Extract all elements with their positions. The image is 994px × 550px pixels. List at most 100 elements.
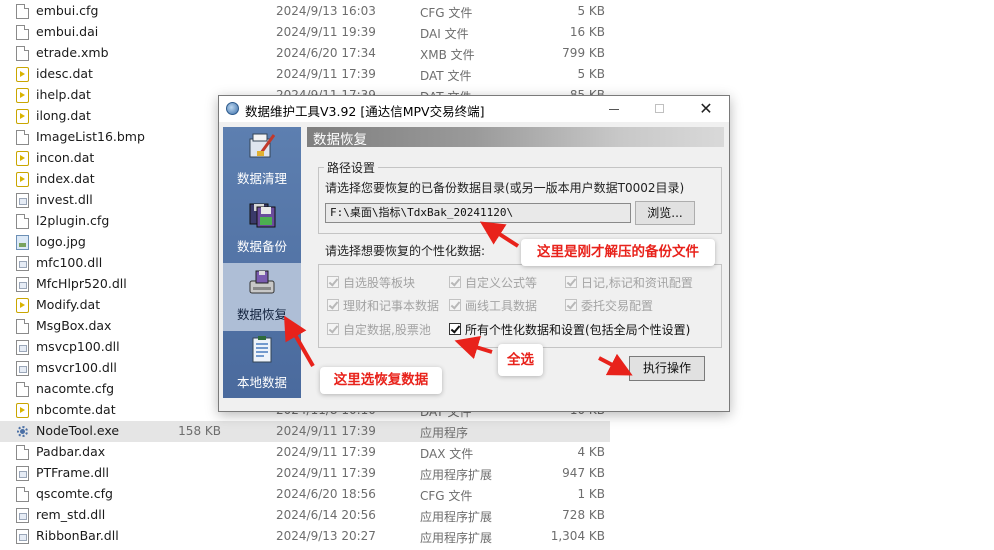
file-type: 应用程序扩展 bbox=[420, 531, 493, 545]
file-row[interactable]: embui.dai 2024/9/11 19:39 DAI 文件 16 KB bbox=[0, 22, 994, 43]
file-size: 1,304 KB bbox=[550, 529, 605, 543]
file-name: MfcHlpr520.dll bbox=[36, 276, 127, 291]
file-row[interactable]: idesc.dat 2024/9/11 17:39 DAT 文件 5 KB bbox=[0, 64, 994, 85]
callout-select-all: 全选 bbox=[498, 344, 543, 376]
minimize-button[interactable] bbox=[591, 96, 637, 122]
document-icon bbox=[16, 487, 29, 502]
file-name: Padbar.dax bbox=[36, 444, 106, 459]
callout-backup-file: 这里是刚才解压的备份文件 bbox=[521, 239, 715, 266]
dll-file-icon bbox=[16, 508, 29, 523]
file-type: DAX 文件 bbox=[420, 447, 474, 461]
local-data-icon bbox=[252, 336, 272, 363]
file-type: 应用程序 bbox=[420, 426, 469, 440]
file-type: 应用程序扩展 bbox=[420, 510, 493, 524]
sidebar-item-cleanup[interactable]: 数据清理 bbox=[223, 127, 301, 195]
checkbox-label: 委托交易配置 bbox=[581, 299, 654, 313]
checkbox-box bbox=[449, 323, 461, 335]
file-row[interactable]: embui.cfg 2024/9/13 16:03 CFG 文件 5 KB bbox=[0, 1, 994, 22]
file-size: 5 KB bbox=[577, 67, 605, 81]
checkbox-label: 画线工具数据 bbox=[465, 299, 538, 313]
dat-file-icon bbox=[16, 172, 29, 187]
file-row[interactable]: NodeTool.exe 2024/9/11 17:39 应用程序 158 KB bbox=[0, 421, 610, 442]
dialog-sidebar: 数据清理 数据备份 数据恢复 本地数据 bbox=[223, 127, 301, 398]
dat-file-icon bbox=[16, 403, 29, 418]
file-row[interactable]: PTFrame.dll 2024/9/11 17:39 应用程序扩展 947 KB bbox=[0, 463, 994, 484]
dll-file-icon bbox=[16, 277, 29, 292]
checkbox-label: 所有个性化数据和设置(包括全局个性设置) bbox=[465, 323, 691, 337]
dll-file-icon bbox=[16, 340, 29, 355]
maximize-button[interactable] bbox=[637, 96, 683, 122]
file-name: ImageList16.bmp bbox=[36, 129, 145, 144]
file-name: embui.dai bbox=[36, 24, 99, 39]
sidebar-item-label: 本地数据 bbox=[236, 375, 287, 390]
exe-gear-icon bbox=[16, 424, 29, 439]
file-date: 2024/9/11 17:39 bbox=[276, 424, 376, 438]
file-size: 947 KB bbox=[562, 466, 605, 480]
file-name: logo.jpg bbox=[36, 234, 86, 249]
cleanup-icon bbox=[249, 133, 276, 158]
file-name: embui.cfg bbox=[36, 3, 99, 18]
file-name: mfc100.dll bbox=[36, 255, 103, 270]
file-name: Modify.dat bbox=[36, 297, 101, 312]
file-name: qscomte.cfg bbox=[36, 486, 113, 501]
close-button[interactable]: ✕ bbox=[683, 96, 729, 122]
file-type: DAT 文件 bbox=[420, 69, 472, 83]
file-size: 1 KB bbox=[577, 487, 605, 501]
dat-file-icon bbox=[16, 67, 29, 82]
checkbox-box bbox=[327, 323, 339, 335]
file-size: 5 KB bbox=[577, 4, 605, 18]
file-date: 2024/6/20 18:56 bbox=[276, 487, 376, 501]
file-size: 4 KB bbox=[577, 445, 605, 459]
file-row[interactable]: rem_std.dll 2024/6/14 20:56 应用程序扩展 728 KB bbox=[0, 505, 994, 526]
checkbox-box bbox=[327, 299, 339, 311]
file-row[interactable]: qscomte.cfg 2024/6/20 18:56 CFG 文件 1 KB bbox=[0, 484, 994, 505]
file-size: 799 KB bbox=[562, 46, 605, 60]
file-name: msvcr100.dll bbox=[36, 360, 117, 375]
file-name: idesc.dat bbox=[36, 66, 93, 81]
file-name: PTFrame.dll bbox=[36, 465, 109, 480]
dat-file-icon bbox=[16, 151, 29, 166]
file-date: 2024/6/20 17:34 bbox=[276, 46, 376, 60]
document-icon bbox=[16, 445, 29, 460]
file-row[interactable]: etrade.xmb 2024/6/20 17:34 XMB 文件 799 KB bbox=[0, 43, 994, 64]
file-date: 2024/9/11 17:39 bbox=[276, 445, 376, 459]
dialog-title: 数据维护工具V3.92 [通达信MPV交易终端] bbox=[245, 104, 485, 119]
document-icon bbox=[16, 46, 29, 61]
checkbox-box bbox=[449, 276, 461, 288]
checkbox-label: 日记,标记和资讯配置 bbox=[581, 276, 693, 290]
dat-file-icon bbox=[16, 298, 29, 313]
sidebar-item-restore[interactable]: 数据恢复 bbox=[223, 263, 301, 331]
file-row[interactable]: Padbar.dax 2024/9/11 17:39 DAX 文件 4 KB bbox=[0, 442, 994, 463]
file-type: XMB 文件 bbox=[420, 48, 475, 62]
checkbox-box bbox=[327, 276, 339, 288]
checkbox-label: 自定数据,股票池 bbox=[343, 323, 431, 337]
document-icon bbox=[16, 214, 29, 229]
file-name: msvcp100.dll bbox=[36, 339, 120, 354]
maximize-icon bbox=[655, 104, 664, 113]
file-date: 2024/6/14 20:56 bbox=[276, 508, 376, 522]
file-size: 728 KB bbox=[562, 508, 605, 522]
panel-title: 数据恢复 bbox=[313, 132, 367, 148]
backup-path-field[interactable]: F:\桌面\指标\TdxBak_20241120\ bbox=[325, 203, 631, 223]
dialog-titlebar[interactable]: 数据维护工具V3.92 [通达信MPV交易终端] ✕ bbox=[219, 96, 729, 122]
sidebar-item-local-data[interactable]: 本地数据 bbox=[223, 331, 301, 399]
sidebar-item-label: 数据清理 bbox=[236, 171, 287, 186]
file-name: invest.dll bbox=[36, 192, 93, 207]
restore-icon bbox=[249, 270, 275, 294]
sidebar-item-backup[interactable]: 数据备份 bbox=[223, 195, 301, 263]
dll-file-icon bbox=[16, 193, 29, 208]
file-date: 2024/9/11 17:39 bbox=[276, 466, 376, 480]
file-row[interactable]: RibbonBar.dll 2024/9/13 20:27 应用程序扩展 1,304 … bbox=[0, 526, 994, 547]
file-date: 2024/9/11 17:39 bbox=[276, 67, 376, 81]
file-name: MsgBox.dax bbox=[36, 318, 112, 333]
file-name: etrade.xmb bbox=[36, 45, 109, 60]
path-group-title: 路径设置 bbox=[324, 159, 379, 176]
execute-button[interactable]: 执行操作 bbox=[629, 356, 705, 381]
document-icon bbox=[16, 382, 29, 397]
file-date: 2024/9/13 16:03 bbox=[276, 4, 376, 18]
file-name: l2plugin.cfg bbox=[36, 213, 110, 228]
file-name: index.dat bbox=[36, 171, 95, 186]
browse-button[interactable]: 浏览... bbox=[635, 201, 695, 225]
file-size: 158 KB bbox=[178, 424, 221, 438]
file-name: nbcomte.dat bbox=[36, 402, 116, 417]
